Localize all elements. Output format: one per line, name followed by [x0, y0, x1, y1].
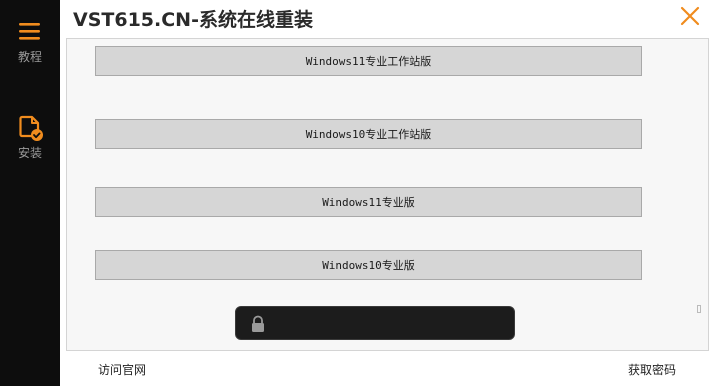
menu-icon [19, 23, 40, 40]
sidebar-item-label: 安装 [17, 146, 42, 160]
sidebar: 教程 安装 [0, 0, 60, 386]
document-check-icon [19, 115, 43, 141]
window-title: VST615.CN-系统在线重装 [73, 9, 313, 31]
version-button-win10-pro[interactable]: Windows10专业版 [95, 250, 642, 280]
sidebar-item-label: 教程 [17, 50, 42, 64]
password-input[interactable] [274, 311, 508, 337]
close-icon[interactable] [678, 4, 702, 28]
scroll-indicator[interactable] [697, 305, 701, 313]
visit-site-link[interactable]: 访问官网 [98, 361, 146, 378]
password-field[interactable] [235, 306, 515, 340]
get-password-link[interactable]: 获取密码 [628, 361, 676, 378]
version-button-win10-workstation[interactable]: Windows10专业工作站版 [95, 119, 642, 149]
sidebar-item-tutorial[interactable]: 教程 [0, 18, 60, 65]
lock-icon [252, 315, 264, 332]
version-button-win11-pro[interactable]: Windows11专业版 [95, 187, 642, 217]
sidebar-item-install[interactable]: 安装 [0, 114, 60, 161]
version-button-win11-workstation[interactable]: Windows11专业工作站版 [95, 46, 642, 76]
version-panel: Windows11专业工作站版 Windows10专业工作站版 Windows1… [66, 38, 709, 351]
